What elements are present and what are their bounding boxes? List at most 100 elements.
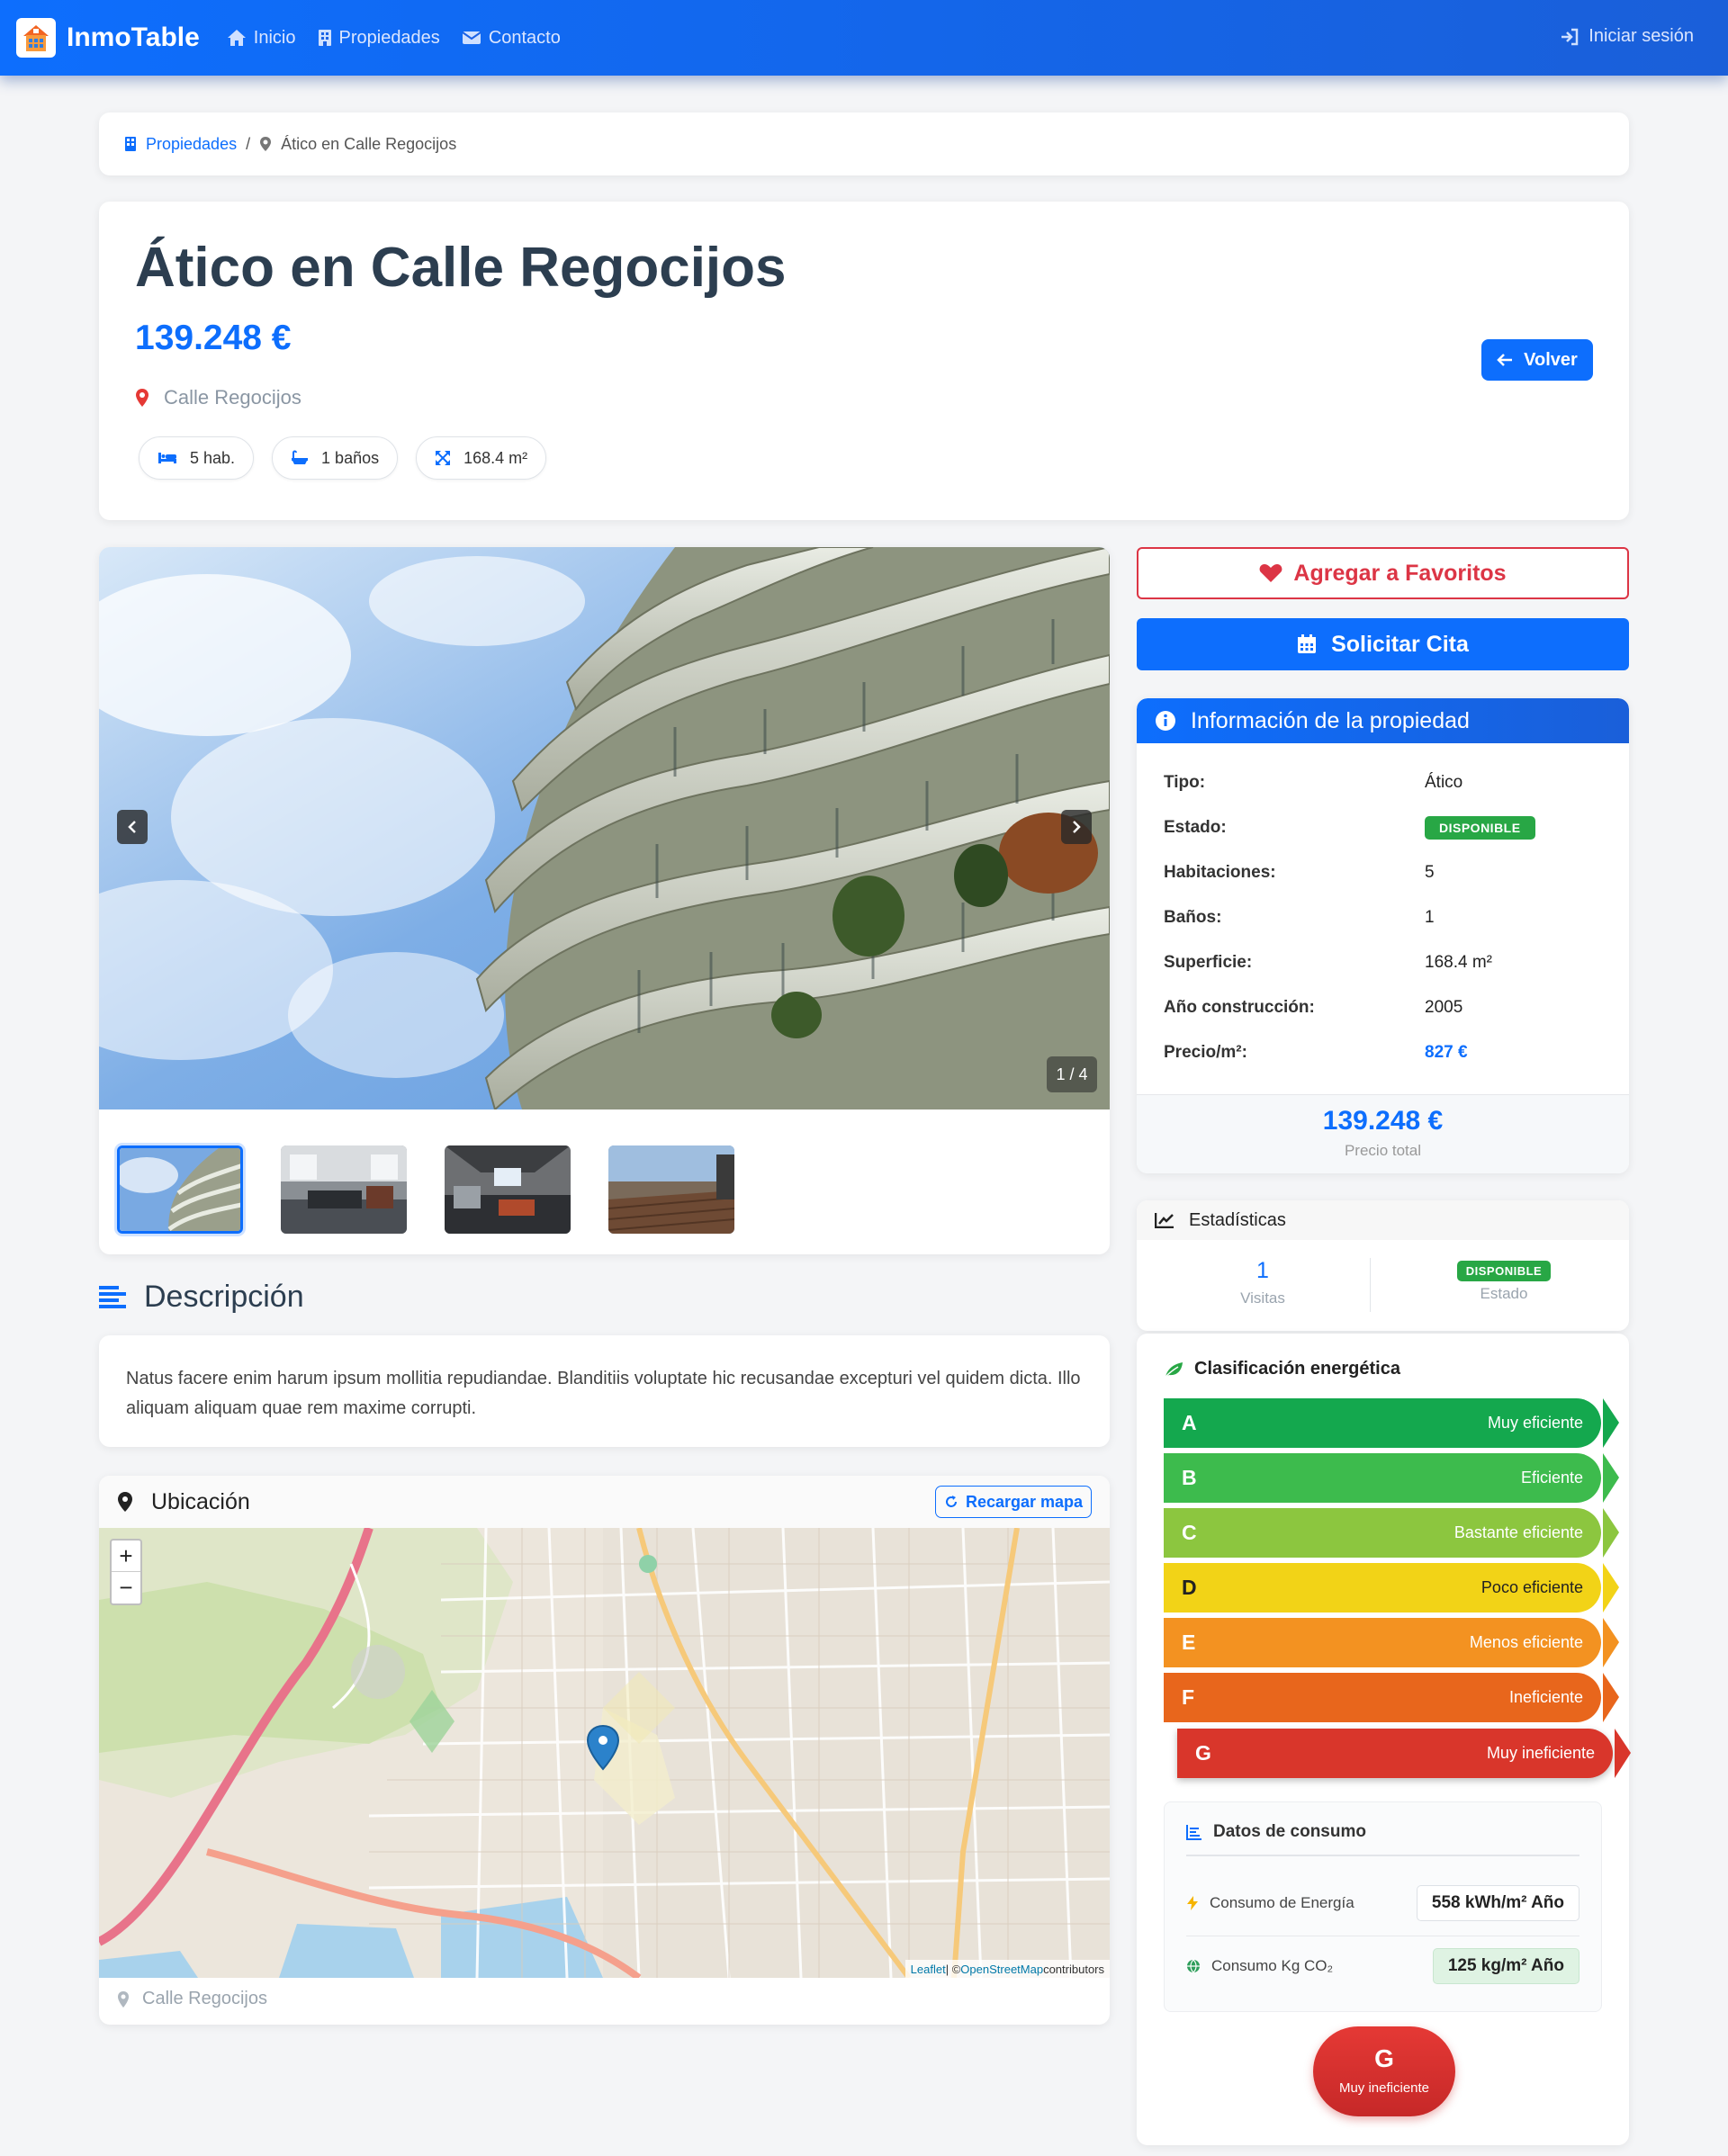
info-row-precio-m2: Precio/m²: 827 € [1164, 1039, 1468, 1066]
energy-bar-label: Muy eficiente [1487, 1414, 1583, 1432]
back-button[interactable]: Volver [1481, 339, 1593, 381]
energy-bar-arrow [1603, 1508, 1619, 1558]
description-title: Descripción [144, 1280, 304, 1314]
prev-photo-button[interactable] [117, 810, 148, 844]
nav-link-inicio[interactable]: Inicio [227, 28, 296, 49]
location-header: Ubicación Recargar mapa [99, 1476, 1110, 1528]
zoom-out-button[interactable]: − [112, 1572, 140, 1604]
energy-bar-arrow [1603, 1398, 1619, 1448]
property-info-title: Información de la propiedad [1191, 707, 1470, 733]
info-label: Año construcción: [1164, 998, 1315, 1017]
chip-label: 1 baños [321, 448, 380, 467]
energy-card: Clasificación energética A Muy eficiente B… [1137, 1334, 1631, 2145]
energy-bar-letter: F [1182, 1685, 1195, 1709]
thumbnail-3[interactable] [445, 1145, 571, 1234]
expand-icon [436, 451, 451, 465]
energy-bar-label: Poco eficiente [1480, 1578, 1583, 1596]
energy-rating-badge: G Muy ineficiente [1313, 2026, 1455, 2116]
energy-bar-c: C Bastante eficiente [1164, 1508, 1619, 1558]
energy-title: Clasificación energética [1194, 1359, 1400, 1379]
reload-map-button[interactable]: Recargar mapa [935, 1486, 1092, 1518]
request-appointment-label: Solicitar Cita [1331, 631, 1469, 657]
stats-divider [1370, 1258, 1371, 1312]
info-row-superficie: Superficie: 168.4 m² [1164, 949, 1492, 976]
energy-bar-letter: A [1182, 1411, 1197, 1434]
breadcrumb: Propiedades / Ático en Calle Regocijos [99, 112, 1629, 175]
energy-bar-label: Ineficiente [1508, 1688, 1583, 1706]
envelope-icon [462, 31, 482, 44]
attribution-contributors: contributors [1043, 1962, 1104, 1976]
home-icon [227, 30, 246, 46]
login-link[interactable]: Iniciar sesión [1560, 26, 1694, 47]
consumption-box: Datos de consumo Consumo de Energía 558 … [1164, 1801, 1602, 2012]
building-icon [318, 30, 331, 46]
map-tiles [99, 1528, 1110, 1978]
map-marker-icon [136, 389, 148, 407]
consumption-title: Datos de consumo [1213, 1822, 1366, 1841]
info-value: 2005 [1425, 998, 1463, 1017]
map-attribution: Leaflet | © OpenStreetMap contributors [904, 1960, 1110, 1978]
photo-gallery: 1 / 4 [99, 547, 1110, 1254]
arrow-left-icon [1497, 354, 1513, 366]
info-label: Superficie: [1164, 953, 1253, 972]
breadcrumb-root[interactable]: Propiedades [124, 135, 237, 154]
nav-link-propiedades[interactable]: Propiedades [318, 28, 440, 49]
globe-icon [1187, 1959, 1200, 1973]
energy-bar-a: A Muy eficiente [1164, 1398, 1619, 1448]
info-label: Estado: [1164, 818, 1227, 837]
energy-bar-arrow [1603, 1618, 1619, 1667]
nav-link-label: Propiedades [338, 27, 440, 48]
bed-icon [158, 453, 176, 463]
location-card: Ubicación Recargar mapa + − Leaflet | © … [99, 1476, 1110, 2025]
chip-bathrooms: 1 baños [272, 436, 399, 480]
energy-bar-letter: C [1182, 1521, 1197, 1544]
stats-header: Estadísticas [1137, 1200, 1629, 1240]
sign-in-icon [1562, 28, 1579, 45]
brand-name[interactable]: InmoTable [67, 22, 200, 53]
energy-rating-letter: G [1374, 2044, 1394, 2072]
house-logo-icon[interactable] [16, 18, 56, 58]
thumbnail-1[interactable] [117, 1145, 243, 1234]
description-card: Natus facere enim harum ipsum mollitia r… [99, 1335, 1110, 1447]
next-photo-button[interactable] [1061, 810, 1092, 844]
info-row-estado: Estado: DISPONIBLE [1164, 814, 1535, 841]
stat-status: DISPONIBLE Estado [1387, 1258, 1621, 1303]
info-circle-icon [1156, 711, 1175, 731]
chip-label: 5 hab. [190, 448, 236, 467]
chip-area: 168.4 m² [416, 436, 547, 480]
energy-bar-arrow [1603, 1563, 1619, 1613]
total-price-label: Precio total [1344, 1142, 1422, 1159]
energy-bar-b: B Eficiente [1164, 1453, 1619, 1503]
heart-icon [1259, 564, 1282, 582]
energy-consumption-row: Consumo de Energía 558 kWh/m² Año [1186, 1883, 1580, 1923]
thumbnail-4[interactable] [608, 1145, 734, 1234]
map-view[interactable]: + − Leaflet | © OpenStreetMap contributo… [99, 1528, 1110, 1978]
main-photo[interactable]: 1 / 4 [99, 547, 1110, 1109]
co2-consumption-label: Consumo Kg CO₂ [1211, 1957, 1334, 1974]
info-label: Baños: [1164, 908, 1222, 927]
osm-link[interactable]: OpenStreetMap [960, 1963, 1043, 1976]
location-title: Ubicación [151, 1488, 250, 1514]
co2-consumption-label-wrap: Consumo Kg CO₂ [1186, 1957, 1333, 1975]
breadcrumb-current-label: Ático en Calle Regocijos [281, 134, 457, 153]
status-label: Estado [1480, 1285, 1528, 1302]
info-row-banos: Baños: 1 [1164, 904, 1435, 931]
energy-bar-g: G Muy ineficiente [1177, 1729, 1631, 1778]
energy-bar-d: D Poco eficiente [1164, 1563, 1619, 1613]
leaflet-link[interactable]: Leaflet [911, 1963, 946, 1976]
request-appointment-button[interactable]: Solicitar Cita [1137, 618, 1629, 670]
zoom-control: + − [110, 1539, 142, 1605]
nav-link-contacto[interactable]: Contacto [462, 28, 561, 49]
property-title: Ático en Calle Regocijos [135, 237, 787, 299]
thumbnail-2[interactable] [281, 1145, 407, 1234]
align-left-icon [99, 1285, 126, 1308]
add-favorite-button[interactable]: Agregar a Favoritos [1137, 547, 1629, 599]
status-badge: DISPONIBLE [1456, 1261, 1552, 1281]
energy-bar-letter: E [1182, 1630, 1196, 1654]
nav-link-label: Contacto [488, 27, 561, 48]
info-label: Habitaciones: [1164, 863, 1276, 882]
zoom-in-button[interactable]: + [112, 1541, 140, 1572]
energy-bar-f: F Ineficiente [1164, 1673, 1619, 1722]
property-price: 139.248 € [135, 319, 292, 357]
visits-label: Visitas [1240, 1289, 1285, 1307]
